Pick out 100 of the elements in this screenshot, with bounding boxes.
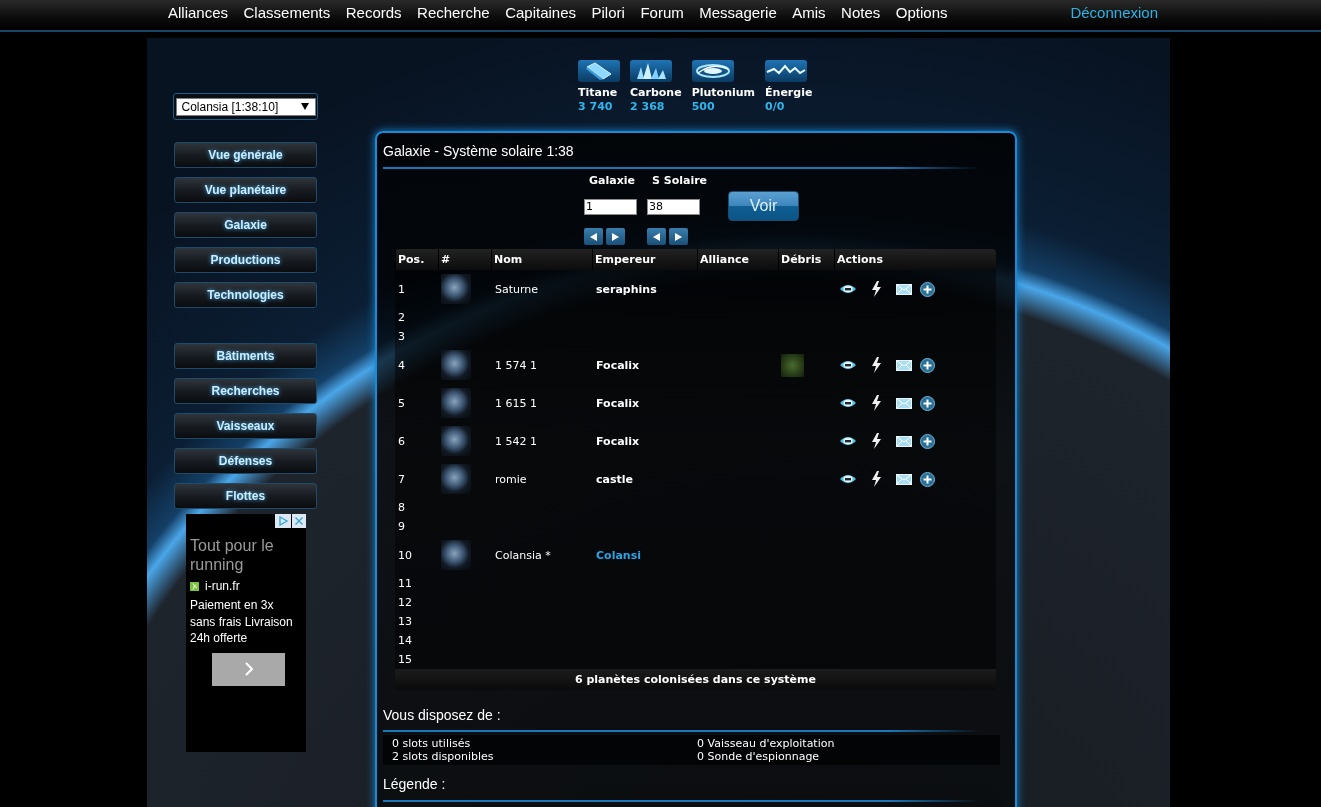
next-button[interactable]	[606, 228, 625, 245]
fleet-stat: 0 Vaisseau d'exploitation	[697, 737, 835, 750]
mail-icon[interactable]	[896, 397, 912, 409]
position-number: 12	[398, 596, 412, 609]
menu-button[interactable]: Vaisseaux	[174, 413, 317, 439]
summary-footer: 6 planètes colonisées dans ce système	[395, 669, 996, 690]
mail-icon[interactable]	[896, 473, 912, 485]
position-number: 7	[398, 472, 405, 486]
emperor-name: Focalix	[596, 434, 640, 448]
plus-icon[interactable]	[920, 433, 935, 449]
fleet-stat: 0 slots utilisés	[392, 737, 471, 750]
column-header: #	[438, 249, 491, 270]
plus-icon[interactable]	[920, 357, 935, 373]
nav-link[interactable]: Pilori	[591, 4, 625, 22]
coordinate-input[interactable]: 1	[584, 199, 637, 215]
nav-link[interactable]: Classements	[243, 4, 331, 22]
column-header: Actions	[834, 249, 996, 270]
nav-link[interactable]: Options	[895, 4, 948, 22]
emperor-name: castle	[596, 472, 633, 486]
plus-icon[interactable]	[920, 281, 935, 297]
column-header: Pos.	[395, 249, 438, 270]
column-header: Empereur	[592, 249, 697, 270]
emperor-name: Focalix	[596, 396, 640, 410]
planet-dropdown[interactable]: Colansia [1:38:10]	[175, 97, 316, 116]
menu-button[interactable]: Vue planétaire	[174, 177, 317, 203]
column-header: Débris	[778, 249, 834, 270]
field-label: Galaxie	[589, 174, 635, 187]
lightning-icon[interactable]	[871, 357, 881, 373]
previous-button[interactable]	[584, 228, 603, 245]
ad-headline[interactable]: Tout pour le running	[186, 536, 306, 574]
position-number: 8	[398, 501, 405, 514]
resource-name: Énergie	[765, 86, 813, 100]
mail-icon[interactable]	[896, 283, 912, 295]
view-button[interactable]: Voir	[728, 191, 799, 221]
ad-next-button[interactable]	[212, 652, 285, 686]
planet-name: Saturne	[495, 282, 539, 296]
lightning-icon[interactable]	[871, 395, 881, 411]
planet-photo[interactable]	[441, 464, 471, 494]
menu-button[interactable]: Vue générale	[174, 142, 317, 168]
eye-icon[interactable]	[840, 436, 856, 446]
fleet-stat: 0 Sonde d'espionnage	[697, 750, 820, 763]
crystals-icon	[630, 60, 672, 82]
next-button[interactable]	[669, 228, 688, 245]
planet-name: 1 542 1	[495, 434, 537, 448]
previous-button[interactable]	[647, 228, 666, 245]
mail-icon[interactable]	[896, 359, 912, 371]
plus-icon[interactable]	[920, 395, 935, 411]
fleet-stat: 2 slots disponibles	[392, 750, 494, 763]
position-number: 15	[398, 653, 412, 666]
menu-button[interactable]: Technologies	[174, 282, 317, 308]
caret-icon	[300, 103, 309, 110]
left-triangle-icon	[590, 232, 597, 241]
position-number: 9	[398, 520, 405, 533]
position-number: 11	[398, 577, 412, 590]
nav-link[interactable]: Notes	[841, 4, 881, 22]
nav-link[interactable]: Alliances	[168, 4, 229, 22]
resource-name: Titane	[578, 86, 618, 100]
mail-icon[interactable]	[896, 435, 912, 447]
column-header: Nom	[491, 249, 592, 270]
menu-button[interactable]: Défenses	[174, 448, 317, 474]
right-triangle-icon	[675, 232, 682, 241]
section-title: Légende :	[382, 776, 447, 792]
position-number: 4	[398, 358, 405, 372]
right-triangle-icon	[612, 232, 619, 241]
lightning-icon[interactable]	[871, 471, 881, 487]
eye-icon[interactable]	[840, 474, 856, 484]
nav-link[interactable]: Capitaines	[505, 4, 577, 22]
menu-button[interactable]: Bâtiments	[174, 343, 317, 369]
planet-photo[interactable]	[441, 540, 471, 570]
lightning-icon[interactable]	[871, 281, 881, 297]
emperor-name: seraphins	[596, 282, 657, 296]
eye-icon[interactable]	[840, 284, 856, 294]
menu-button[interactable]: Flottes	[174, 483, 317, 509]
menu-button[interactable]: Galaxie	[174, 212, 317, 238]
resource-amount: 500	[691, 100, 715, 114]
planet-photo[interactable]	[441, 274, 471, 304]
planet-photo[interactable]	[441, 426, 471, 456]
debris-photo[interactable]	[781, 353, 804, 377]
column-header: Alliance	[697, 249, 778, 270]
ad-domain[interactable]: i-run.fr	[205, 578, 240, 594]
position-number: 3	[398, 330, 405, 343]
position-number: 1	[398, 282, 405, 296]
ad-text: Paiement en 3x sans frais Livraison 24h offerte	[190, 597, 294, 647]
menu-button[interactable]: Recherches	[174, 378, 317, 404]
position-number: 13	[398, 615, 412, 628]
coordinate-input[interactable]: 38	[647, 199, 700, 215]
nav-link[interactable]: Recherche	[417, 4, 490, 22]
eye-icon[interactable]	[840, 360, 856, 370]
nav-link[interactable]: Amis	[792, 4, 826, 22]
eye-icon[interactable]	[840, 398, 856, 408]
nav-link[interactable]: Messagerie	[699, 4, 777, 22]
planet-photo[interactable]	[441, 388, 471, 418]
plus-icon[interactable]	[920, 471, 935, 487]
nav-link[interactable]: Records	[345, 4, 402, 22]
logout-link[interactable]: Déconnexion	[1070, 4, 1158, 22]
menu-button[interactable]: Productions	[174, 247, 317, 273]
resource-name: Carbone	[630, 86, 682, 100]
lightning-icon[interactable]	[871, 433, 881, 449]
nav-link[interactable]: Forum	[640, 4, 684, 22]
planet-photo[interactable]	[441, 350, 471, 380]
